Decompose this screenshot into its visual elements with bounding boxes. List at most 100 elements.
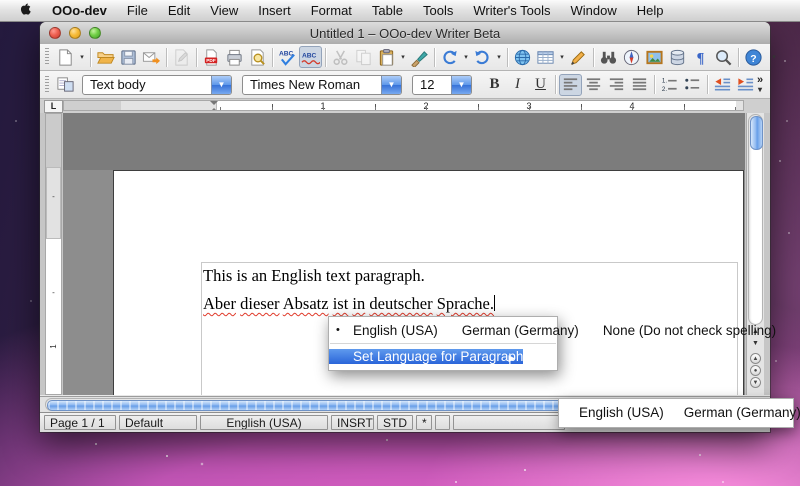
navigation-button[interactable]: ● bbox=[750, 365, 761, 376]
paragraph-style-value: Text body bbox=[83, 77, 211, 92]
menubar-item-table[interactable]: Table bbox=[362, 3, 413, 18]
align-left-button[interactable] bbox=[559, 74, 582, 96]
context-menu-item[interactable]: None (Do not check spelling) bbox=[579, 323, 776, 338]
context-menu-item[interactable]: More... bbox=[776, 323, 800, 338]
toolbar-separator bbox=[325, 48, 326, 67]
paste-button[interactable] bbox=[375, 46, 398, 68]
undo-button[interactable] bbox=[438, 46, 461, 68]
submenu-item[interactable]: English (USA) bbox=[559, 405, 664, 420]
font-size-combo[interactable]: 12 ▼ bbox=[412, 75, 472, 95]
menubar-item-view[interactable]: View bbox=[200, 3, 248, 18]
toolbar-grip-2[interactable] bbox=[45, 76, 49, 94]
data-sources-button[interactable] bbox=[666, 46, 689, 68]
page-indicator[interactable]: Page 1 / 1 bbox=[44, 415, 116, 430]
misspelled-word[interactable]: dieser bbox=[240, 294, 279, 313]
menubar-item-format[interactable]: Format bbox=[301, 3, 362, 18]
bullet-list-button[interactable] bbox=[681, 74, 704, 96]
redo-button[interactable] bbox=[471, 46, 494, 68]
paragraph-style-combo[interactable]: Text body ▼ bbox=[82, 75, 232, 95]
zoom-button[interactable] bbox=[712, 46, 735, 68]
toolbar-grip[interactable] bbox=[45, 48, 49, 66]
menubar-item-file[interactable]: File bbox=[117, 3, 158, 18]
redo-dropdown-arrow[interactable]: ▾ bbox=[494, 46, 504, 68]
vertical-ruler[interactable]: - - 1 bbox=[45, 113, 62, 395]
new-document-dropdown-arrow[interactable]: ▾ bbox=[77, 46, 87, 68]
new-document-icon bbox=[56, 48, 75, 67]
font-size-dropdown-arrow[interactable]: ▼ bbox=[451, 76, 471, 94]
next-page-button[interactable]: ▼ bbox=[750, 377, 761, 388]
format-paintbrush-button[interactable] bbox=[408, 46, 431, 68]
menubar-item-window[interactable]: Window bbox=[560, 3, 626, 18]
italic-button[interactable]: I bbox=[506, 74, 529, 96]
paste-dropdown-arrow[interactable]: ▾ bbox=[398, 46, 408, 68]
align-center-button[interactable] bbox=[582, 74, 605, 96]
status-cell-empty-2[interactable] bbox=[453, 415, 565, 430]
find-replace-button[interactable] bbox=[597, 46, 620, 68]
misspelled-word[interactable]: Aber bbox=[203, 294, 236, 313]
scroll-down-arrow[interactable]: ▼ bbox=[749, 339, 762, 349]
mail-document-button[interactable] bbox=[140, 46, 163, 68]
formatting-marks-button[interactable] bbox=[689, 46, 712, 68]
export-pdf-button[interactable] bbox=[200, 46, 223, 68]
decrease-indent-button[interactable] bbox=[711, 74, 734, 96]
styles-icon[interactable] bbox=[54, 74, 77, 96]
language-indicator[interactable]: English (USA) bbox=[200, 415, 328, 430]
menubar-item-help[interactable]: Help bbox=[627, 3, 674, 18]
status-cell-empty-1[interactable] bbox=[435, 415, 450, 430]
justify-button[interactable] bbox=[628, 74, 651, 96]
font-name-combo[interactable]: Times New Roman ▼ bbox=[242, 75, 402, 95]
previous-page-button[interactable]: ▲ bbox=[750, 353, 761, 364]
paragraph-english[interactable]: This is an English text paragraph. bbox=[203, 266, 425, 286]
auto-spellcheck-button[interactable] bbox=[299, 46, 322, 68]
spellcheck-button[interactable] bbox=[276, 46, 299, 68]
menubar-item-writer-s-tools[interactable]: Writer's Tools bbox=[463, 3, 560, 18]
menubar-item-edit[interactable]: Edit bbox=[158, 3, 200, 18]
vertical-scroll-track[interactable] bbox=[748, 114, 763, 325]
save-button[interactable] bbox=[117, 46, 140, 68]
help-button[interactable] bbox=[742, 46, 765, 68]
misspelled-word[interactable]: in bbox=[352, 294, 365, 313]
undo-dropdown-arrow[interactable]: ▾ bbox=[461, 46, 471, 68]
paragraph-german[interactable]: Aber dieser Absatz ist in deutscher Spra… bbox=[203, 294, 495, 314]
page-preview-button[interactable] bbox=[246, 46, 269, 68]
open-button[interactable] bbox=[94, 46, 117, 68]
submenu-item[interactable]: German (Germany) bbox=[664, 405, 800, 420]
left-indent-marker[interactable] bbox=[210, 104, 218, 111]
menubar-app-name[interactable]: OOo-dev bbox=[42, 3, 117, 18]
modified-indicator[interactable]: * bbox=[416, 415, 432, 430]
horizontal-ruler[interactable]: 1234 bbox=[63, 100, 744, 111]
gallery-button[interactable] bbox=[643, 46, 666, 68]
paragraph-style-dropdown-arrow[interactable]: ▼ bbox=[211, 76, 231, 94]
hyperlink-button[interactable] bbox=[511, 46, 534, 68]
align-right-button[interactable] bbox=[605, 74, 628, 96]
set-language-for-paragraph-item[interactable]: Set Language for Paragraph▶ bbox=[329, 349, 523, 364]
menubar-item-tools[interactable]: Tools bbox=[413, 3, 463, 18]
increase-indent-button[interactable] bbox=[734, 74, 757, 96]
insert-table-dropdown-arrow[interactable]: ▾ bbox=[557, 46, 567, 68]
titlebar[interactable]: Untitled 1 – OOo-dev Writer Beta bbox=[40, 22, 770, 45]
font-name-dropdown-arrow[interactable]: ▼ bbox=[381, 76, 401, 94]
toolbar-overflow[interactable]: » ▾ bbox=[757, 76, 766, 94]
misspelled-word[interactable]: Sprache. bbox=[437, 294, 494, 313]
context-menu-item[interactable]: German (Germany) bbox=[438, 323, 579, 338]
draw-functions-button[interactable] bbox=[567, 46, 590, 68]
underline-button[interactable]: U bbox=[529, 74, 552, 96]
context-menu-item[interactable]: English (USA)• bbox=[329, 323, 438, 338]
menubar-item-insert[interactable]: Insert bbox=[248, 3, 301, 18]
bold-button[interactable]: B bbox=[483, 74, 506, 96]
numbered-list-button[interactable] bbox=[658, 74, 681, 96]
insert-table-button[interactable] bbox=[534, 46, 557, 68]
standard-toolbar-options-arrow[interactable]: ▾ bbox=[769, 46, 779, 68]
print-button[interactable] bbox=[223, 46, 246, 68]
misspelled-word[interactable]: ist bbox=[333, 294, 349, 313]
insert-mode-indicator[interactable]: INSRT bbox=[331, 415, 374, 430]
apple-menu-icon[interactable] bbox=[18, 3, 32, 18]
new-document-button[interactable] bbox=[54, 46, 77, 68]
vertical-scroll-thumb[interactable] bbox=[750, 116, 763, 150]
tab-stop-selector[interactable]: L bbox=[44, 100, 63, 113]
page-style-indicator[interactable]: Default bbox=[119, 415, 197, 430]
navigator-button[interactable] bbox=[620, 46, 643, 68]
misspelled-word[interactable]: Absatz bbox=[283, 294, 329, 313]
misspelled-word[interactable]: deutscher bbox=[369, 294, 432, 313]
selection-mode-indicator[interactable]: STD bbox=[377, 415, 413, 430]
